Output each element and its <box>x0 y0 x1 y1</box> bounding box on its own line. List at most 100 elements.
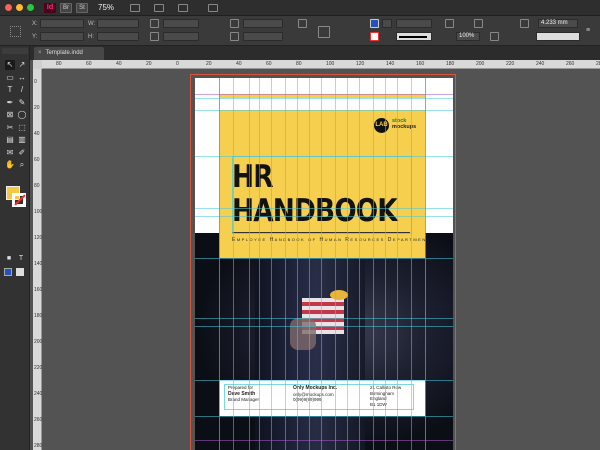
direct-selection-tool[interactable]: ↗ <box>17 60 27 70</box>
logo-text[interactable]: stock mockups <box>392 118 416 130</box>
close-tab-icon[interactable]: × <box>38 50 42 56</box>
ruler-tick-label: 100 <box>326 61 335 67</box>
free-transform-tool[interactable]: ⬚ <box>17 123 27 133</box>
w-field[interactable] <box>97 19 139 28</box>
view-mode-normal-icon[interactable] <box>4 268 12 276</box>
gap-tool[interactable]: ↔ <box>17 73 27 83</box>
margin-guide <box>425 78 426 450</box>
shear-icon[interactable] <box>230 32 239 41</box>
maximize-window-button[interactable] <box>27 4 34 11</box>
tools-panel: ↖ ↗ ▭ ↔ T / ✒ ✎ ⊠ ◯ ✂ ⬚ ▤ ▥ ✉ ✐ ✋ ⌕ ■ T <box>0 46 30 450</box>
row-guide <box>195 258 453 259</box>
publish-online-icon[interactable] <box>208 3 219 12</box>
line-tool[interactable]: / <box>17 85 27 95</box>
screen-mode-icon[interactable] <box>154 3 165 12</box>
document-subtitle[interactable]: Employee Handbook of Human Resources Dep… <box>232 237 431 243</box>
scale-y-field[interactable] <box>163 32 199 41</box>
h-label: H: <box>88 34 94 40</box>
ruler-tick-label: 80 <box>56 61 62 67</box>
panel-menu-icon[interactable]: ≡ <box>586 26 595 35</box>
ruler-tick-label: 80 <box>296 61 302 67</box>
formatting-text-icon[interactable]: T <box>16 254 26 264</box>
stock-icon[interactable]: St <box>76 2 88 13</box>
row-guide <box>195 98 453 99</box>
ruler-tick-label: 0 <box>34 79 37 85</box>
reference-point-icon[interactable] <box>10 26 21 37</box>
y-label: Y: <box>32 34 38 40</box>
gradient-tool[interactable]: ▤ <box>5 135 15 145</box>
margin-guide <box>195 94 453 95</box>
fill-swatch-icon[interactable] <box>370 19 379 28</box>
stroke-weight-field[interactable]: 4.233 mm <box>538 19 578 28</box>
pen-tool[interactable]: ✒ <box>5 98 15 108</box>
x-label: X: <box>32 21 38 27</box>
ruler-tick-label: 80 <box>34 183 40 189</box>
fill-dropdown[interactable] <box>382 19 392 28</box>
page-tool[interactable]: ▭ <box>5 73 15 83</box>
hand-tool[interactable]: ✋ <box>5 160 15 170</box>
close-window-button[interactable] <box>5 4 12 11</box>
y-field[interactable] <box>40 32 84 41</box>
ruler-tick-label: 240 <box>536 61 545 67</box>
scale-x-icon[interactable] <box>150 19 159 28</box>
note-tool[interactable]: ✉ <box>5 148 15 158</box>
effects-icon[interactable] <box>474 19 483 28</box>
opacity-field[interactable]: 100% <box>456 32 480 41</box>
arrange-documents-icon[interactable] <box>178 3 189 12</box>
indesign-app-icon: Id <box>44 2 56 13</box>
row-guide <box>195 318 453 319</box>
stroke-weight-dropdown[interactable] <box>396 19 432 28</box>
zoom-level[interactable]: 75% <box>98 3 114 12</box>
pencil-tool[interactable]: ✎ <box>17 98 27 108</box>
vertical-ruler[interactable]: 0 20 40 60 80 100 120 140 160 180 200 220 240 260 280 <box>33 69 42 450</box>
bridge-icon[interactable]: Br <box>60 2 72 13</box>
flip-icon[interactable] <box>298 19 307 28</box>
ruler-tick-label: 60 <box>86 61 92 67</box>
ruler-tick-label: 260 <box>566 61 575 67</box>
object-style-dropdown[interactable] <box>536 32 580 41</box>
row-guide <box>195 416 453 417</box>
select-container-icon[interactable] <box>318 26 330 38</box>
shear-field[interactable] <box>243 32 283 41</box>
tab-label: Template.indd <box>45 50 83 56</box>
rectangle-frame-tool[interactable]: ⊠ <box>5 110 15 120</box>
view-mode-preview-icon[interactable] <box>16 268 24 276</box>
ruler-tick-label: 20 <box>34 105 40 111</box>
logo-mark-icon[interactable]: LAB <box>374 118 389 133</box>
scale-y-icon[interactable] <box>150 32 159 41</box>
view-options-icon[interactable] <box>130 3 141 12</box>
eyedropper-tool[interactable]: ✐ <box>17 148 27 158</box>
ruler-origin[interactable] <box>33 60 42 69</box>
info-frame-outline <box>224 384 414 410</box>
apply-color-icon[interactable]: ■ <box>4 254 14 264</box>
rotate-icon[interactable] <box>230 19 239 28</box>
minimize-window-button[interactable] <box>16 4 23 11</box>
stroke-type-dropdown[interactable] <box>396 32 432 41</box>
zoom-tool[interactable]: ⌕ <box>17 160 27 170</box>
stroke-swatch-icon[interactable] <box>370 32 379 41</box>
ruler-tick-label: 20 <box>206 61 212 67</box>
x-field[interactable] <box>40 19 84 28</box>
selection-tool[interactable]: ↖ <box>5 60 15 70</box>
ruler-tick-label: 60 <box>266 61 272 67</box>
drop-shadow-icon[interactable] <box>490 32 499 41</box>
stroke-color-swatch[interactable] <box>12 193 26 207</box>
ellipse-tool[interactable]: ◯ <box>17 110 27 120</box>
ruler-tick-label: 60 <box>34 157 40 163</box>
w-label: W: <box>88 21 96 27</box>
document-tab-bar: × Template.indd <box>30 46 600 60</box>
horizontal-ruler[interactable]: 80 60 40 20 0 20 40 60 80 100 120 140 160 180 200 220 24… <box>42 60 600 69</box>
tab-template[interactable]: × Template.indd <box>34 47 104 60</box>
ruler-tick-label: 200 <box>476 61 485 67</box>
scale-x-field[interactable] <box>163 19 199 28</box>
row-guide <box>195 110 453 111</box>
panel-grip[interactable] <box>2 48 28 54</box>
type-tool[interactable]: T <box>5 85 15 95</box>
ruler-tick-label: 20 <box>146 61 152 67</box>
wrap-icon[interactable] <box>520 19 529 28</box>
gradient-feather-tool[interactable]: ▥ <box>17 135 27 145</box>
opacity-icon[interactable] <box>445 19 454 28</box>
h-field[interactable] <box>97 32 139 41</box>
scissors-tool[interactable]: ✂ <box>5 123 15 133</box>
rotate-field[interactable] <box>243 19 283 28</box>
